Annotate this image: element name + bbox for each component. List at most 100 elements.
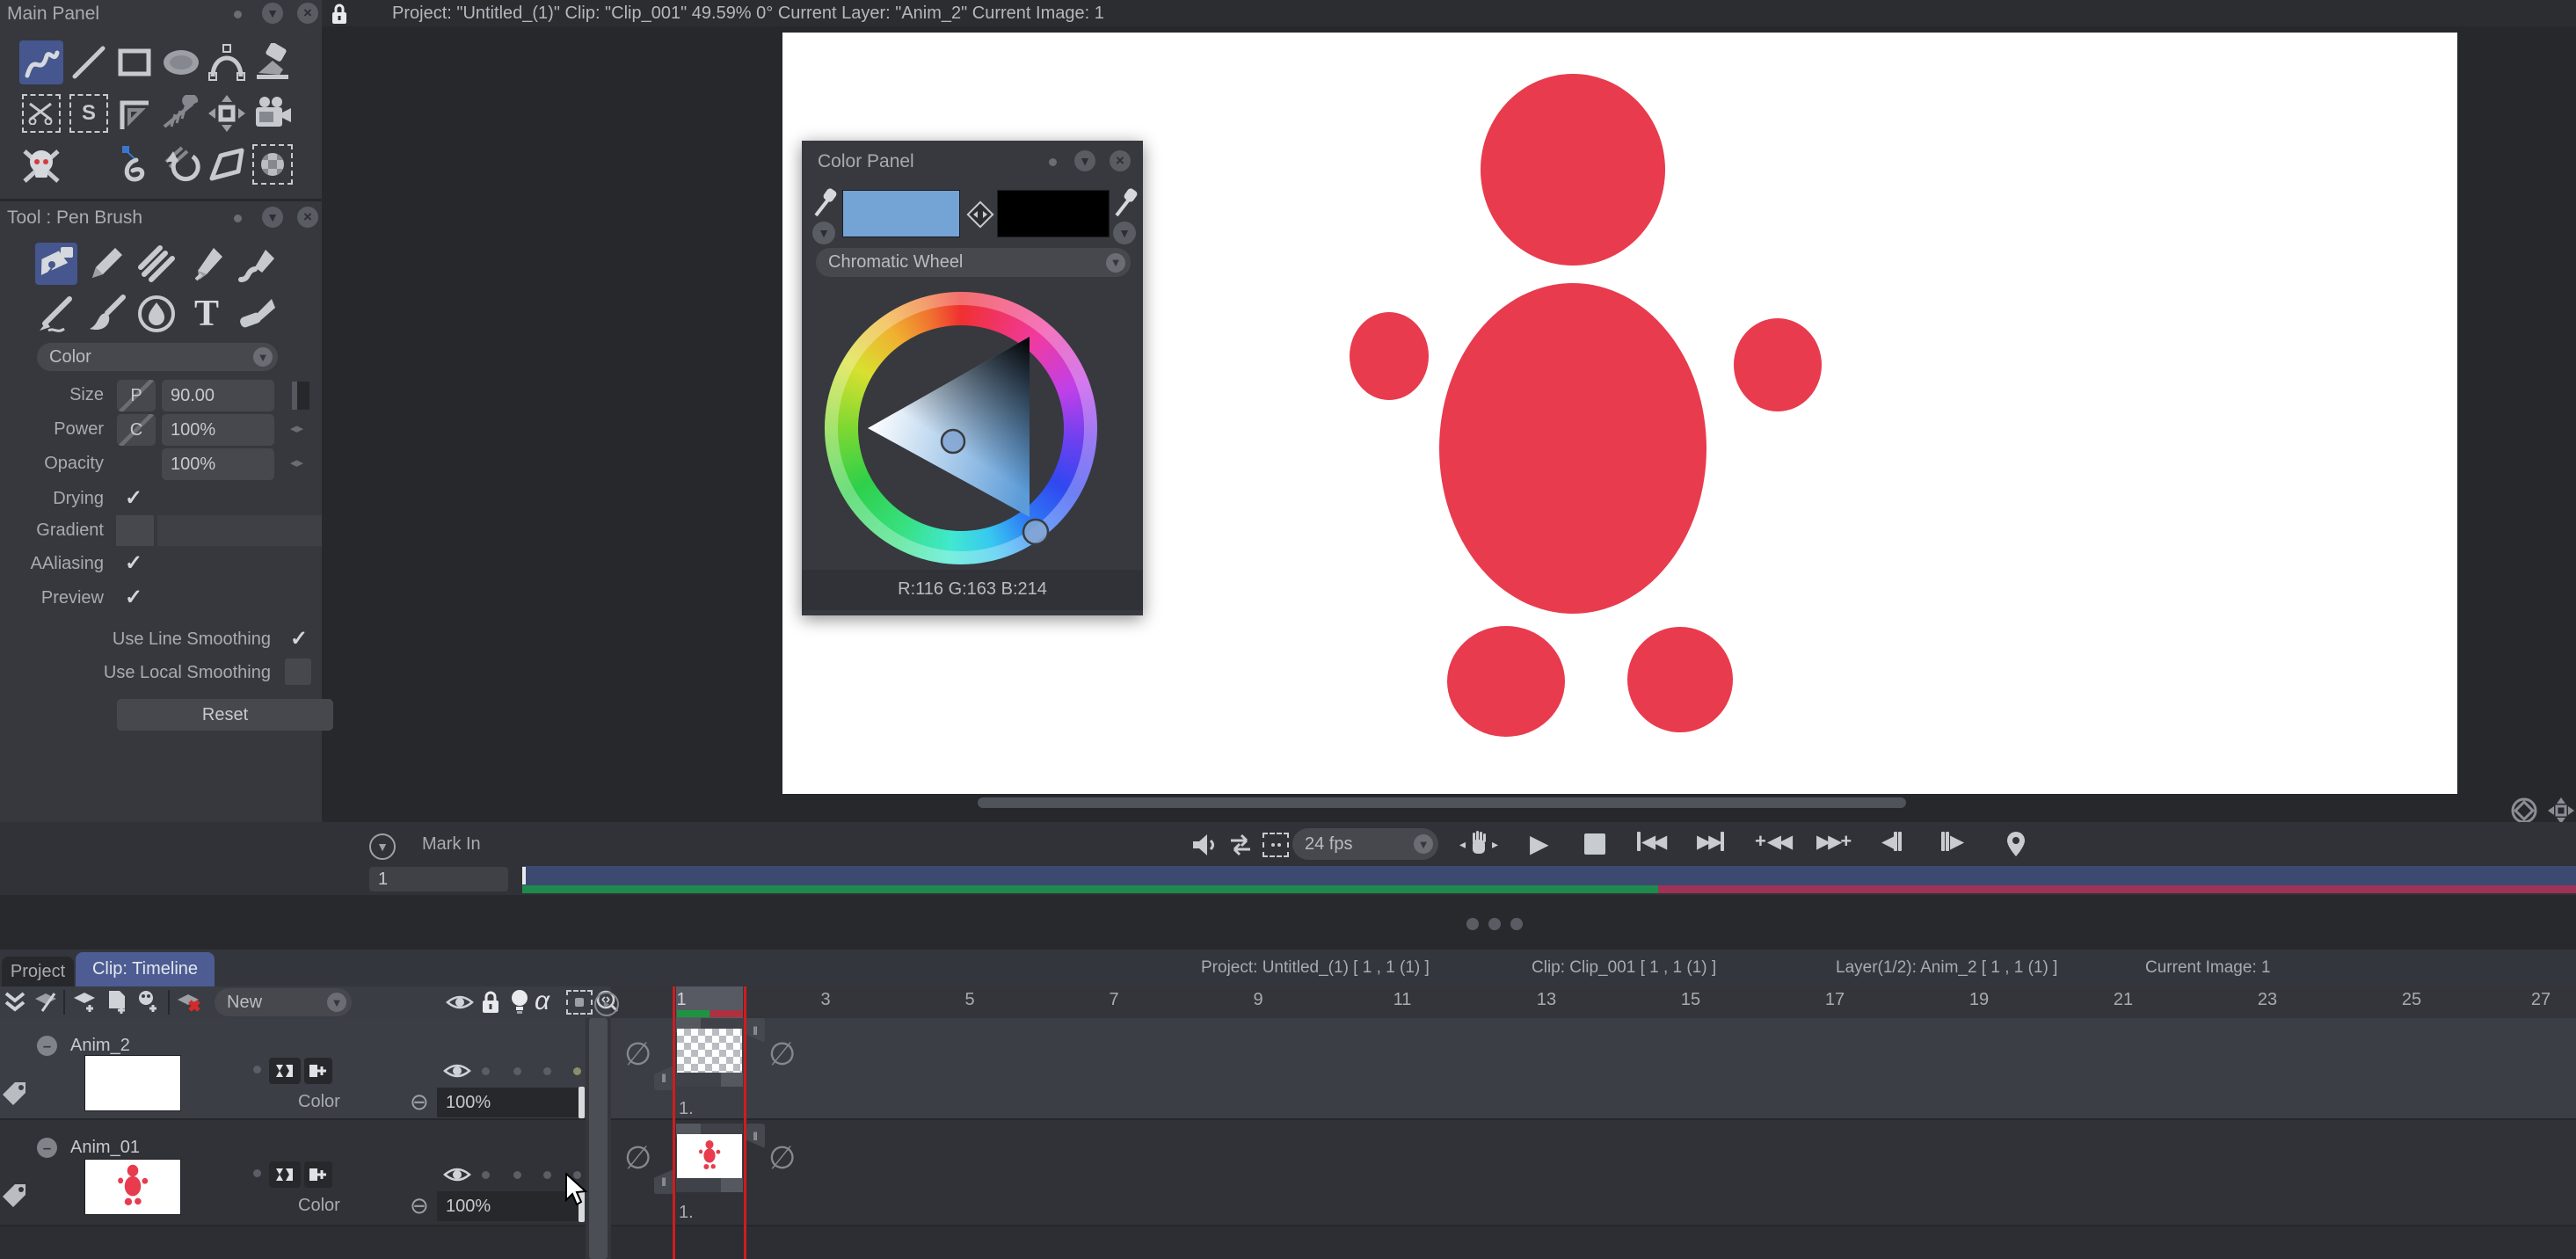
layer-collapse-button[interactable]: –: [37, 1036, 57, 1056]
rectangle-tool[interactable]: [113, 40, 156, 84]
frame-number[interactable]: 15: [1681, 990, 1700, 1010]
alpha-channel-icon[interactable]: α: [535, 986, 549, 1016]
step-forward-add-button[interactable]: ▶▶+: [1816, 832, 1852, 851]
pen-brush-tool[interactable]: [35, 243, 77, 285]
delete-layer-icon[interactable]: [174, 988, 206, 1016]
chromatic-wheel-triangle[interactable]: [825, 292, 1097, 564]
main-panel-collapse-button[interactable]: ▼: [262, 3, 283, 24]
add-image-icon[interactable]: [134, 988, 164, 1016]
frame-number[interactable]: 17: [1825, 990, 1845, 1010]
power-stepper[interactable]: ◂▸: [290, 420, 303, 436]
spline-tool[interactable]: [113, 142, 156, 186]
frame-number[interactable]: 13: [1537, 990, 1556, 1010]
go-to-start-button[interactable]: ◀◀: [1637, 832, 1664, 851]
layer-option-dot[interactable]: [513, 1067, 521, 1075]
text-tool[interactable]: T: [186, 293, 228, 335]
drying-checkbox[interactable]: ✓: [125, 485, 142, 511]
line-smoothing-checkbox[interactable]: ✓: [290, 626, 308, 651]
frame-number[interactable]: 1: [676, 990, 686, 1010]
primary-eyedropper-icon[interactable]: [811, 185, 839, 220]
airbrush-tool[interactable]: [186, 243, 228, 285]
frame-number[interactable]: 21: [2114, 990, 2133, 1010]
layer-opacity-slider[interactable]: [579, 1087, 585, 1118]
bookmark-pin-icon[interactable]: [2001, 828, 2031, 860]
playhead-line-right[interactable]: [744, 986, 746, 1259]
frame-number[interactable]: 27: [2531, 990, 2551, 1010]
visibility-eye-icon[interactable]: [445, 992, 475, 1013]
layer-visibility-eye-icon[interactable]: [442, 1060, 472, 1081]
fishbone-tool[interactable]: [159, 91, 203, 135]
opacity-stepper[interactable]: ◂▸: [290, 455, 303, 470]
pencil-tool[interactable]: [85, 243, 127, 285]
chalk-tool[interactable]: [135, 243, 178, 285]
secondary-color-swatch[interactable]: [997, 190, 1110, 237]
current-frame-field[interactable]: 1: [369, 867, 508, 891]
go-to-end-button[interactable]: ▶▶: [1697, 832, 1724, 851]
layer-blend-icon[interactable]: ⊖: [410, 1088, 429, 1116]
undo-brush-tool[interactable]: [159, 142, 203, 186]
layer-option-dot[interactable]: [573, 1067, 581, 1075]
gradient-swatch[interactable]: [116, 515, 154, 546]
layer-opacity-field[interactable]: 100%: [437, 1088, 585, 1117]
local-smoothing-checkbox[interactable]: [285, 659, 311, 685]
frame-number[interactable]: 5: [964, 990, 974, 1010]
layer-name[interactable]: Anim_2: [70, 1036, 130, 1056]
move-tool[interactable]: [205, 91, 249, 135]
waterdrop-tool[interactable]: [135, 293, 178, 335]
primary-color-swatch[interactable]: [842, 190, 960, 237]
preview-checkbox[interactable]: ✓: [125, 585, 142, 610]
next-image-button[interactable]: ▶: [1941, 832, 1961, 851]
layer-thumbnail[interactable]: [84, 1159, 181, 1215]
stop-button[interactable]: [1584, 833, 1605, 855]
power-curve-button[interactable]: C: [117, 414, 156, 446]
transform-tool[interactable]: [113, 91, 156, 135]
layer-opacity-field[interactable]: 100%: [437, 1191, 585, 1221]
layer-anim-mode-button[interactable]: [269, 1161, 301, 1188]
layer-collapse-button[interactable]: –: [37, 1138, 57, 1158]
layer-option-dot[interactable]: [482, 1171, 490, 1179]
layer-tag-icon[interactable]: [0, 1078, 28, 1110]
timeline-loop-segment[interactable]: [522, 885, 1658, 893]
lock-layer-icon[interactable]: [478, 988, 503, 1016]
primary-color-menu-button[interactable]: ▼: [812, 222, 835, 244]
secondary-eyedropper-icon[interactable]: [1111, 185, 1139, 220]
tool-panel-collapse-button[interactable]: ▼: [262, 207, 283, 228]
freehand-tool[interactable]: [19, 40, 63, 84]
frame-header-nav-icon[interactable]: ▸: [594, 992, 619, 1016]
frame-number[interactable]: 19: [1969, 990, 1989, 1010]
play-button[interactable]: ▶: [1530, 832, 1546, 856]
panel-splitter[interactable]: [0, 895, 2576, 950]
frame-number[interactable]: 11: [1394, 990, 1412, 1010]
add-layer-icon[interactable]: [70, 988, 100, 1016]
lightbulb-icon[interactable]: [508, 988, 531, 1016]
curve-tool[interactable]: [205, 40, 249, 84]
tab-project[interactable]: Project: [2, 957, 74, 986]
lock-icon[interactable]: [327, 2, 352, 26]
custom-brush-tool[interactable]: [251, 142, 295, 186]
speaker-icon[interactable]: [1189, 830, 1219, 860]
size-slider-handle[interactable]: [292, 382, 309, 410]
reset-button[interactable]: Reset: [117, 699, 333, 731]
size-value-field[interactable]: 90.00: [162, 380, 274, 411]
size-pressure-button[interactable]: P: [117, 380, 156, 411]
layer-visibility-eye-icon[interactable]: [442, 1164, 472, 1185]
previous-image-button[interactable]: ◀: [1881, 832, 1902, 851]
layer-add-image-button[interactable]: [304, 1058, 332, 1084]
layer-tag-icon[interactable]: [0, 1180, 28, 1212]
mark-in-icon[interactable]: ▼: [369, 833, 396, 860]
cutter-tool[interactable]: [236, 293, 278, 335]
main-panel-close-button[interactable]: ×: [297, 3, 318, 24]
layer-add-image-button[interactable]: [304, 1161, 332, 1188]
timeline-range-bar[interactable]: [522, 866, 2576, 885]
picker-mode-select[interactable]: Chromatic Wheel ▼: [816, 248, 1131, 277]
layer-option-dot[interactable]: [543, 1067, 551, 1075]
layer-option-dot[interactable]: [513, 1171, 521, 1179]
fps-select[interactable]: 24 fps ▼: [1292, 828, 1438, 860]
swap-colors-icon[interactable]: [964, 199, 996, 230]
scrub-hand-icon[interactable]: ◂ ▸: [1452, 828, 1505, 860]
camera-tool[interactable]: [251, 91, 295, 135]
ink-pen-tool[interactable]: [35, 293, 77, 335]
step-back-add-button[interactable]: +◀◀: [1755, 832, 1790, 851]
duplicate-image-icon[interactable]: [102, 988, 132, 1016]
new-layer-select[interactable]: New ▼: [215, 988, 352, 1016]
